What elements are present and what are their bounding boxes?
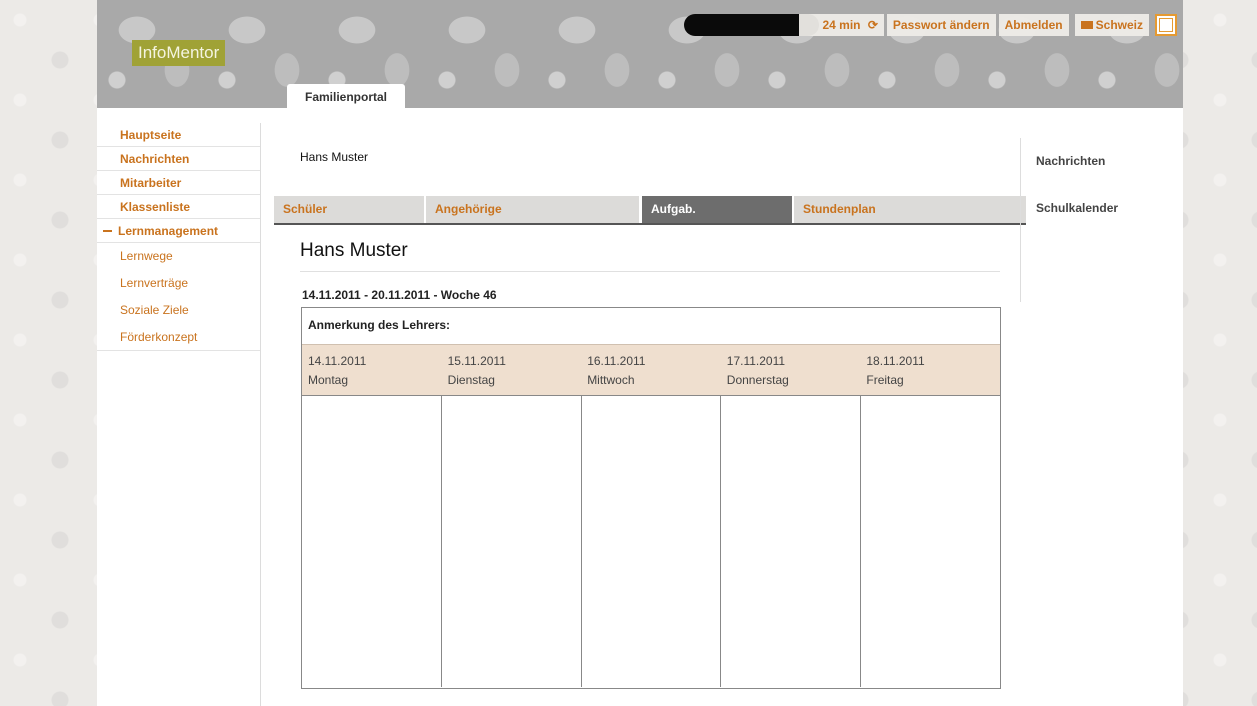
week-table: Anmerkung des Lehrers: 14.11.2011 Montag … [301,307,1001,689]
day-header-cell: 14.11.2011 Montag [302,345,442,395]
day-body-row [302,396,1000,687]
logout-link[interactable]: Abmelden [998,14,1069,36]
infomentor-logo[interactable]: InfoMentor [132,40,226,66]
day-header-cell: 18.11.2011 Freitag [860,345,1000,395]
session-timer: 24 min ⟳ [798,14,884,36]
window-toggle-icon[interactable] [1155,14,1177,36]
day-column-friday [861,396,1000,687]
day-column-tuesday [442,396,582,687]
day-date: 17.11.2011 [726,354,786,368]
day-date: 15.11.2011 [447,354,506,368]
day-name: Montag [308,373,349,387]
day-date: 16.11.2011 [587,354,646,368]
sidebar-item-nachrichten[interactable]: Nachrichten [97,147,260,171]
sidebar-item-hauptseite[interactable]: Hauptseite [97,123,260,147]
tab-familienportal[interactable]: Familienportal [287,84,405,108]
right-link-schulkalender[interactable]: Schulkalender [1036,201,1118,215]
country-selector[interactable]: Schweiz [1074,14,1149,36]
sidebar-item-mitarbeiter[interactable]: Mitarbeiter [97,171,260,195]
day-column-wednesday [582,396,722,687]
sidebar-item-lernwege[interactable]: Lernwege [97,243,260,270]
day-name: Mittwoch [587,373,635,387]
sidebar-item-lernvertraege[interactable]: Lernverträge [97,270,260,297]
collapse-minus-icon [103,230,112,232]
sidebar-item-klassenliste[interactable]: Klassenliste [97,195,260,219]
sidebar-item-soziale-ziele[interactable]: Soziale Ziele [97,297,260,324]
teacher-note-label: Anmerkung des Lehrers: [308,318,451,332]
header-banner: InfoMentor Familienportal 24 min ⟳ Passw… [97,0,1183,108]
week-title: 14.11.2011 - 20.11.2011 - Woche 46 [302,288,497,302]
day-date: 18.11.2011 [866,354,925,368]
country-label: Schweiz [1095,18,1143,32]
session-time-label: 24 min [822,18,861,32]
day-header-cell: 15.11.2011 Dienstag [442,345,582,395]
day-column-monday [302,396,442,687]
day-date: 14.11.2011 [308,354,367,368]
user-name: Hans Muster [300,150,369,164]
sidebar-item-lernmanagement[interactable]: Lernmanagement [97,219,260,243]
change-password-link[interactable]: Passwort ändern [886,14,996,36]
sidebar-item-label: Lernmanagement [118,224,219,238]
student-name: Hans Muster [300,240,408,261]
day-name: Dienstag [447,373,495,387]
sidebar-nav: Hauptseite Nachrichten Mitarbeiter Klass… [97,123,261,706]
flag-icon [1080,21,1093,29]
tab-angehoerige[interactable]: Angehörige [426,196,639,223]
tab-schueler[interactable]: Schüler [274,196,424,223]
day-header-row: 14.11.2011 Montag 15.11.2011 Dienstag 16.1… [302,344,1000,396]
student-tabs: Schüler Angehörige Aufgab. Stundenplan [274,196,1026,225]
sidebar-item-foerderkonzept[interactable]: Förderkonzept [97,324,260,351]
day-header-cell: 16.11.2011 Mittwoch [581,345,721,395]
divider [300,271,1000,272]
right-panel: Nachrichten Schulkalender [1020,138,1170,302]
tab-stundenplan[interactable]: Stundenplan [794,196,1026,223]
tab-aufgaben[interactable]: Aufgab. [642,196,792,223]
day-name: Donnerstag [726,373,789,387]
page-container: InfoMentor Familienportal 24 min ⟳ Passw… [97,0,1183,706]
day-column-thursday [721,396,862,687]
refresh-icon[interactable]: ⟳ [868,18,878,32]
day-name: Freitag [866,373,904,387]
day-header-cell: 17.11.2011 Donnerstag [721,345,861,395]
top-toolbar: 24 min ⟳ Passwort ändern Abmelden Schwei… [683,13,1184,37]
right-link-nachrichten[interactable]: Nachrichten [1036,154,1105,168]
